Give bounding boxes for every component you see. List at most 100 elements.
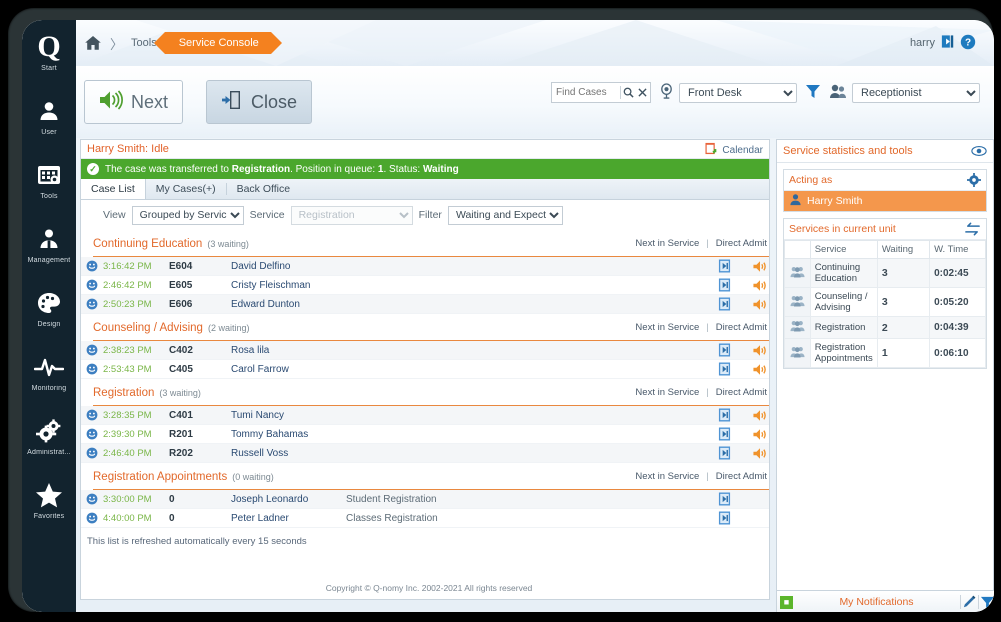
acting-as-header: Acting as (784, 170, 986, 191)
case-row[interactable]: 3:30:00 PM 0 Joseph Leonardo Student Regist… (81, 490, 769, 509)
gear-icon[interactable] (967, 173, 981, 187)
next-in-service-icon[interactable] (717, 362, 731, 376)
direct-admit-icon[interactable] (753, 344, 767, 357)
next-in-service-icon[interactable] (717, 408, 731, 422)
case-row[interactable]: 2:46:42 PM E605 Cristy Fleischman (81, 276, 769, 295)
case-row-actions (717, 341, 767, 359)
service-wtime-cell: 0:05:20 (929, 287, 986, 317)
smiley-icon (81, 260, 103, 272)
close-button-label: Close (251, 91, 298, 112)
unit-select[interactable]: Front Desk (679, 82, 797, 103)
next-in-service-icon[interactable] (717, 343, 731, 357)
breadcrumb-current[interactable]: Service Console (153, 32, 282, 54)
search-input[interactable] (552, 83, 620, 102)
sidebar-item-tools[interactable]: Tools (22, 148, 76, 212)
next-in-service-icon[interactable] (717, 259, 731, 273)
logout-icon[interactable] (940, 34, 955, 52)
case-row[interactable]: 2:39:30 PM R201 Tommy Bahamas (81, 425, 769, 444)
service-statistics-panel: Service statistics and tools Acting as H… (776, 139, 994, 596)
sidebar-item-label: Management (27, 257, 71, 264)
direct-admit-icon[interactable] (753, 363, 767, 376)
tab-back-office[interactable]: Back Office (227, 179, 301, 199)
funnel-icon[interactable] (979, 595, 994, 610)
direct-admit-icon[interactable] (753, 409, 767, 422)
direct-admit-icon[interactable] (753, 428, 767, 441)
status-filter-select[interactable]: Waiting and Expected (447, 205, 563, 225)
direct-admit-icon[interactable] (753, 279, 767, 292)
direct-admit-link[interactable]: Direct Admit (716, 387, 767, 398)
divider: | (706, 471, 709, 482)
case-row[interactable]: 2:38:23 PM C402 Rosa lila (81, 341, 769, 360)
next-in-service-icon[interactable] (717, 446, 731, 460)
home-icon[interactable] (84, 34, 102, 52)
services-table-row[interactable]: Counseling / Advising 3 0:05:20 (784, 287, 986, 317)
case-row[interactable]: 2:53:43 PM C405 Carol Farrow (81, 360, 769, 379)
case-customer-name: Peter Ladner (231, 512, 289, 524)
tab-case-list[interactable]: Case List (81, 179, 146, 199)
next-in-service-link[interactable]: Next in Service (635, 238, 699, 249)
sidebar-item-monitoring[interactable]: Monitoring (22, 340, 76, 404)
next-in-service-icon[interactable] (717, 492, 731, 506)
case-row[interactable]: 3:16:42 PM E604 David Delfino (81, 257, 769, 276)
management-person-icon (32, 224, 66, 254)
next-in-service-icon[interactable] (717, 278, 731, 292)
direct-admit-icon[interactable] (753, 298, 767, 311)
sidebar-item-favorites[interactable]: Favorites (22, 468, 76, 532)
next-button[interactable]: Next (84, 80, 184, 124)
services-table-row[interactable]: Registration Appointments 1 0:06:10 (784, 338, 986, 368)
direct-admit-icon[interactable] (753, 260, 767, 273)
acting-as-title: Acting as (789, 174, 833, 186)
help-icon[interactable]: ? (960, 34, 976, 53)
eye-icon[interactable] (971, 145, 987, 157)
sidebar-item-administration[interactable]: Administrat... (22, 404, 76, 468)
case-ticket: E606 (169, 298, 193, 310)
work-area: Harry Smith: Idle Calendar ✓ The case wa… (76, 138, 994, 612)
services-table-row[interactable]: Registration 2 0:04:39 (784, 316, 986, 339)
service-waiting-cell: 1 (876, 338, 931, 368)
service-select[interactable]: Registration (290, 205, 413, 225)
case-row[interactable]: 3:28:35 PM C401 Tumi Nancy (81, 406, 769, 425)
case-row[interactable]: 2:50:23 PM E606 Edward Dunton (81, 295, 769, 314)
service-wtime-cell: 0:06:10 (929, 338, 986, 368)
direct-admit-icon[interactable] (753, 447, 767, 460)
tab-my-cases[interactable]: My Cases(+) (146, 179, 226, 199)
pencil-icon[interactable] (961, 595, 978, 610)
case-customer-name: Rosa lila (231, 344, 270, 356)
case-row[interactable]: 2:46:40 PM R202 Russell Voss (81, 444, 769, 463)
next-in-service-link[interactable]: Next in Service (635, 471, 699, 482)
direct-admit-link[interactable]: Direct Admit (716, 238, 767, 249)
services-col-wtime: W. Time (929, 240, 986, 259)
search-icon[interactable] (621, 87, 636, 98)
case-ticket: C402 (169, 344, 193, 356)
close-button[interactable]: Close (206, 80, 313, 124)
calendar-button[interactable]: Calendar (705, 142, 763, 158)
sidebar-item-user[interactable]: User (22, 84, 76, 148)
services-table-row[interactable]: Continuing Education 3 0:02:45 (784, 258, 986, 288)
role-select[interactable]: Receptionist (852, 82, 980, 103)
next-in-service-icon[interactable] (717, 427, 731, 441)
case-row-actions (717, 509, 767, 527)
case-time: 2:53:43 PM (103, 363, 152, 375)
direct-admit-link[interactable]: Direct Admit (716, 322, 767, 333)
sidebar-item-design[interactable]: Design (22, 276, 76, 340)
next-in-service-link[interactable]: Next in Service (635, 387, 699, 398)
case-group: Registration Appointments (0 waiting) Next… (81, 471, 769, 528)
direct-admit-link[interactable]: Direct Admit (716, 471, 767, 482)
case-ticket: E604 (169, 260, 193, 272)
swap-arrows-icon[interactable] (964, 222, 981, 236)
close-icon[interactable] (635, 88, 650, 97)
smiley-icon (81, 344, 103, 356)
case-row[interactable]: 4:40:00 PM 0 Peter Ladner Classes Registrat… (81, 509, 769, 528)
note-icon: ■ (780, 595, 793, 609)
next-in-service-icon[interactable] (717, 511, 731, 525)
funnel-icon[interactable] (805, 83, 821, 102)
next-in-service-link[interactable]: Next in Service (635, 322, 699, 333)
view-select[interactable]: Grouped by Service (131, 205, 244, 225)
case-ticket: C405 (169, 363, 193, 375)
acting-as-user-row[interactable]: Harry Smith (784, 191, 986, 211)
tab-bar: Case List My Cases(+) Back Office (81, 179, 769, 200)
services-in-unit-title: Services in current unit (789, 223, 896, 235)
next-in-service-icon[interactable] (717, 297, 731, 311)
sidebar-item-management[interactable]: Management (22, 212, 76, 276)
sidebar-item-start[interactable]: Q Start (22, 20, 76, 84)
